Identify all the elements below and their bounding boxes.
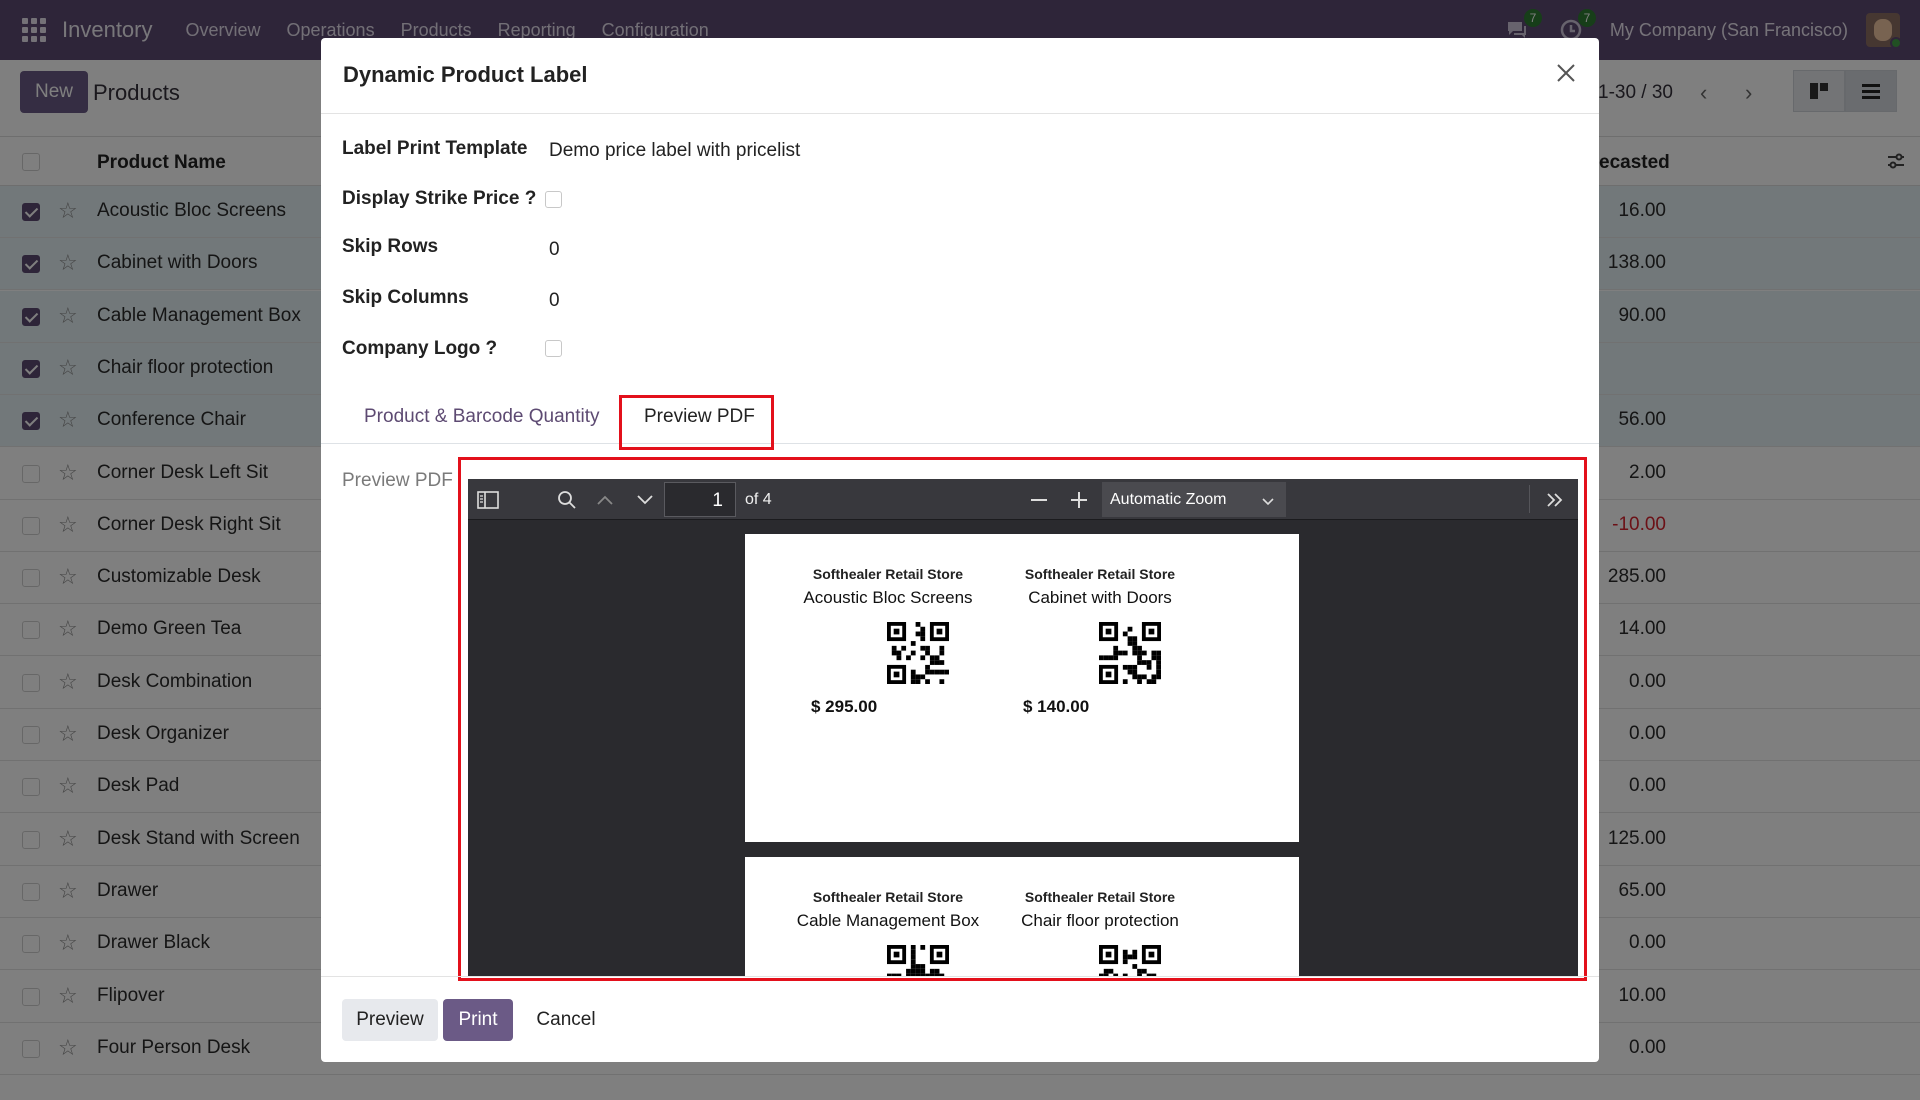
skip-rows-label: Skip Rows	[342, 236, 439, 257]
template-label: Label Print Template	[342, 138, 528, 159]
preview-pdf-label: Preview PDF	[342, 470, 453, 491]
company-logo-label: Company Logo ?	[342, 338, 498, 359]
dialog-header: Dynamic Product Label	[321, 38, 1599, 114]
dialog-tabs: Product & Barcode Quantity Preview PDF	[321, 392, 1599, 444]
tab-product-barcode-quantity[interactable]: Product & Barcode Quantity	[364, 406, 600, 428]
skip-columns-field[interactable]: 0	[549, 290, 560, 312]
tab-highlight-box	[619, 395, 774, 450]
strike-price-checkbox[interactable]	[545, 191, 562, 208]
preview-highlight-box	[458, 457, 1587, 981]
dialog-title: Dynamic Product Label	[343, 62, 588, 87]
close-icon[interactable]	[1551, 58, 1581, 88]
cancel-button[interactable]: Cancel	[526, 999, 606, 1041]
template-field[interactable]: Demo price label with pricelist	[549, 140, 800, 162]
skip-rows-field[interactable]: 0	[549, 239, 560, 261]
print-button[interactable]: Print	[443, 999, 513, 1041]
skip-columns-label: Skip Columns	[342, 287, 469, 308]
preview-button[interactable]: Preview	[342, 999, 438, 1041]
dialog-footer: Preview Print Cancel	[321, 976, 1599, 1062]
company-logo-checkbox[interactable]	[545, 340, 562, 357]
strike-price-label: Display Strike Price ?	[342, 188, 537, 209]
dynamic-label-dialog: Dynamic Product Label Label Print Templa…	[321, 38, 1599, 1062]
